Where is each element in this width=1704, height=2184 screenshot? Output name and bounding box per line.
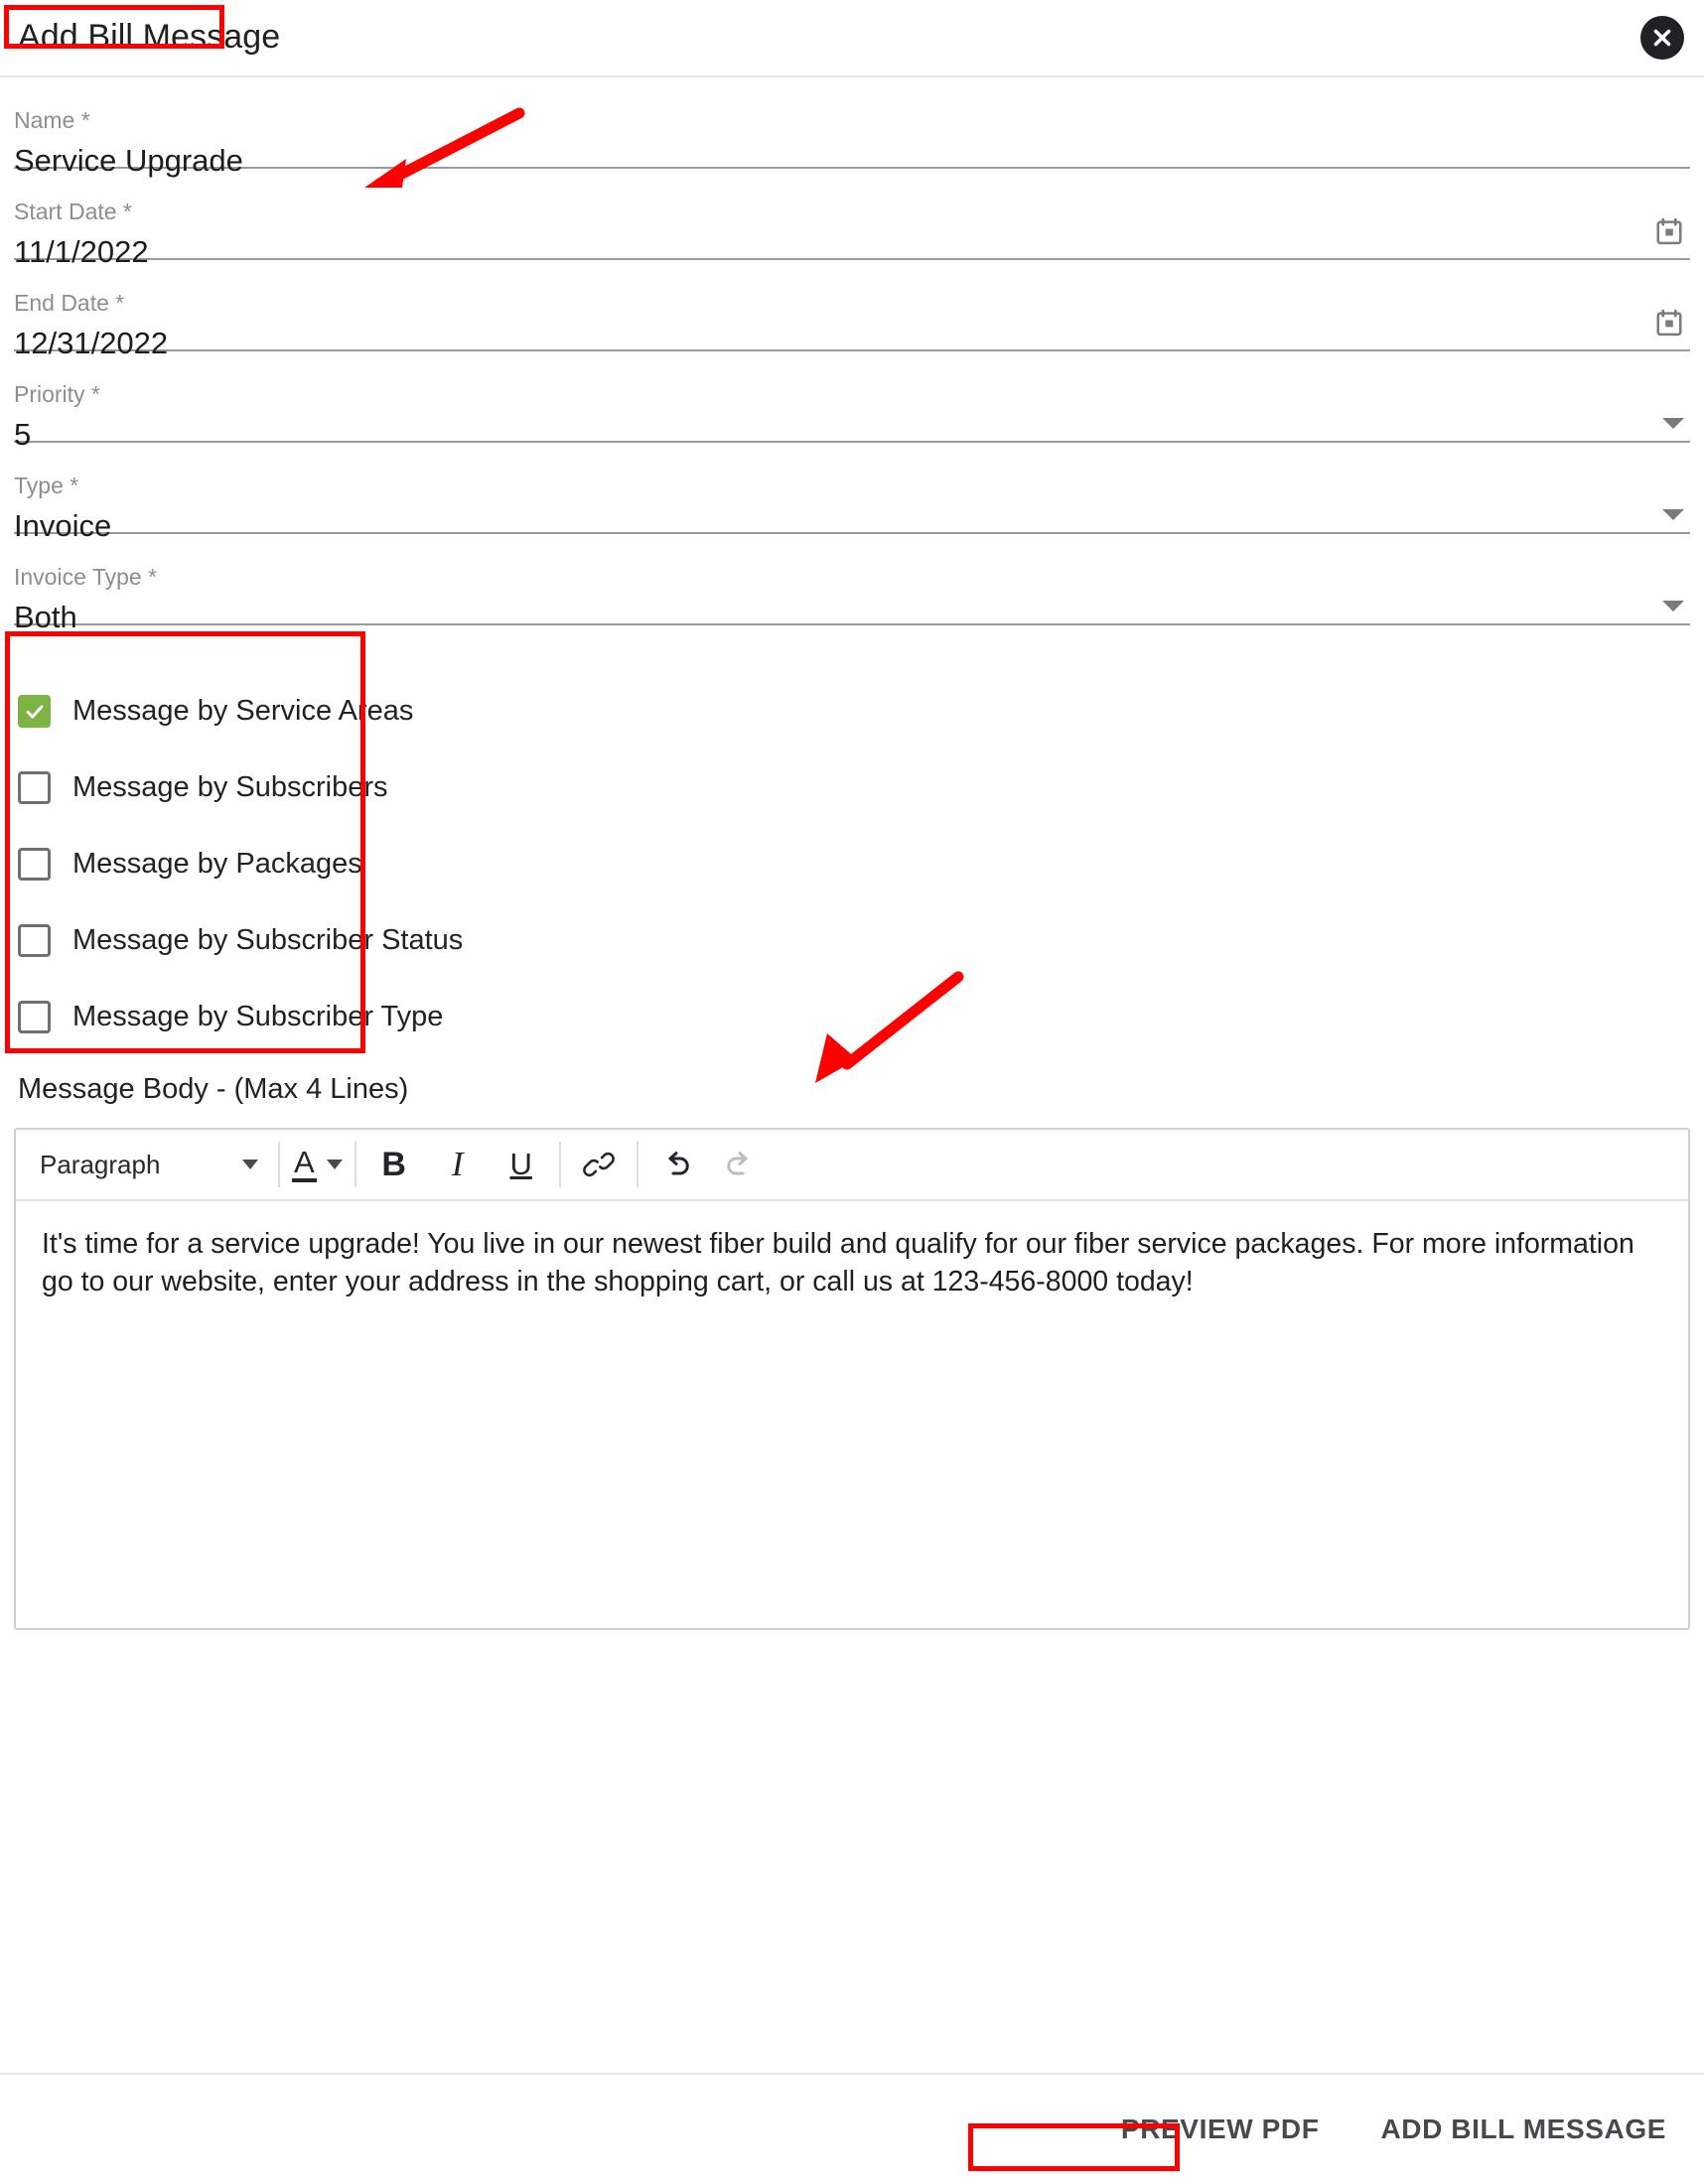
checkbox-label: Message by Packages bbox=[72, 848, 362, 880]
name-field[interactable]: Name * Service Upgrade bbox=[14, 77, 1690, 178]
calendar-icon[interactable] bbox=[1654, 308, 1684, 338]
block-format-label: Paragraph bbox=[40, 1149, 161, 1179]
toolbar-divider bbox=[636, 1142, 639, 1187]
invoice-type-label: Invoice Type * bbox=[14, 564, 158, 590]
calendar-icon[interactable] bbox=[1654, 216, 1684, 246]
editor-toolbar: Paragraph A B I U bbox=[16, 1130, 1688, 1201]
start-date-label: Start Date * bbox=[14, 199, 132, 224]
block-format-dropdown[interactable]: Paragraph bbox=[22, 1130, 272, 1199]
redo-icon[interactable] bbox=[713, 1139, 767, 1190]
checkbox-subscribers[interactable] bbox=[18, 771, 51, 804]
checkbox-label: Message by Subscribers bbox=[72, 771, 388, 803]
preview-pdf-button[interactable]: PREVIEW PDF bbox=[1105, 2102, 1336, 2157]
link-icon[interactable] bbox=[572, 1139, 626, 1190]
checkbox-subscriber-status[interactable] bbox=[18, 924, 51, 957]
type-select[interactable]: Type * Invoice bbox=[14, 443, 1690, 543]
checkbox-label: Message by Subscriber Status bbox=[72, 924, 464, 956]
chevron-down-icon bbox=[326, 1159, 343, 1169]
page-title: Add Bill Message bbox=[18, 18, 281, 56]
chevron-down-icon[interactable] bbox=[1662, 418, 1684, 429]
checkbox-row-packages[interactable]: Message by Packages bbox=[18, 826, 1690, 902]
checkbox-row-service-areas[interactable]: Message by Service Areas bbox=[18, 673, 1690, 750]
chevron-down-icon bbox=[242, 1160, 258, 1169]
underline-icon[interactable]: U bbox=[495, 1139, 548, 1190]
type-label: Type * bbox=[14, 473, 79, 498]
dialog-header: Add Bill Message bbox=[0, 0, 1704, 77]
checkbox-subscriber-type[interactable] bbox=[18, 1001, 51, 1033]
chevron-down-icon[interactable] bbox=[1662, 601, 1684, 612]
toolbar-divider bbox=[558, 1142, 561, 1187]
add-bill-message-dialog: Add Bill Message Name * Service Upgrade … bbox=[0, 0, 1704, 2184]
italic-icon[interactable]: I bbox=[431, 1139, 485, 1190]
add-bill-message-button[interactable]: ADD BILL MESSAGE bbox=[1364, 2102, 1682, 2157]
toolbar-divider bbox=[278, 1142, 280, 1187]
start-date-field[interactable]: Start Date * 11/1/2022 bbox=[14, 169, 1690, 269]
end-date-field[interactable]: End Date * 12/31/2022 bbox=[14, 260, 1690, 360]
editor-content-area[interactable]: It's time for a service upgrade! You liv… bbox=[16, 1201, 1688, 1628]
invoice-type-value: Both bbox=[14, 600, 77, 635]
close-icon[interactable] bbox=[1640, 16, 1684, 60]
checkbox-packages[interactable] bbox=[18, 848, 51, 881]
bill-message-form: Name * Service Upgrade Start Date * 11/1… bbox=[0, 77, 1704, 1110]
checkbox-label: Message by Service Areas bbox=[72, 695, 414, 727]
message-body-editor: Paragraph A B I U It's time for a servic… bbox=[14, 1128, 1690, 1630]
message-body-text: It's time for a service upgrade! You liv… bbox=[42, 1228, 1634, 1298]
priority-select[interactable]: Priority * 5 bbox=[14, 351, 1690, 452]
toolbar-divider bbox=[354, 1142, 356, 1187]
end-date-label: End Date * bbox=[14, 290, 125, 316]
checkbox-row-subscriber-status[interactable]: Message by Subscriber Status bbox=[18, 902, 1690, 979]
priority-label: Priority * bbox=[14, 381, 100, 407]
undo-icon[interactable] bbox=[649, 1139, 703, 1190]
invoice-type-select[interactable]: Invoice Type * Both bbox=[14, 534, 1690, 634]
checkbox-label: Message by Subscriber Type bbox=[72, 1001, 444, 1032]
name-field-label: Name * bbox=[14, 107, 90, 133]
checkbox-row-subscriber-type[interactable]: Message by Subscriber Type bbox=[18, 979, 1690, 1055]
text-color-icon: A bbox=[292, 1146, 317, 1183]
message-body-label: Message Body - (Max 4 Lines) bbox=[18, 1073, 409, 1105]
chevron-down-icon[interactable] bbox=[1662, 509, 1684, 520]
bold-icon[interactable]: B bbox=[367, 1139, 421, 1190]
text-color-button[interactable]: A bbox=[286, 1146, 349, 1183]
dialog-footer: PREVIEW PDF ADD BILL MESSAGE bbox=[0, 2073, 1704, 2184]
message-target-checkbox-group: Message by Service Areas Message by Subs… bbox=[14, 663, 1690, 1110]
checkbox-service-areas[interactable] bbox=[18, 695, 51, 728]
checkbox-row-subscribers[interactable]: Message by Subscribers bbox=[18, 750, 1690, 826]
